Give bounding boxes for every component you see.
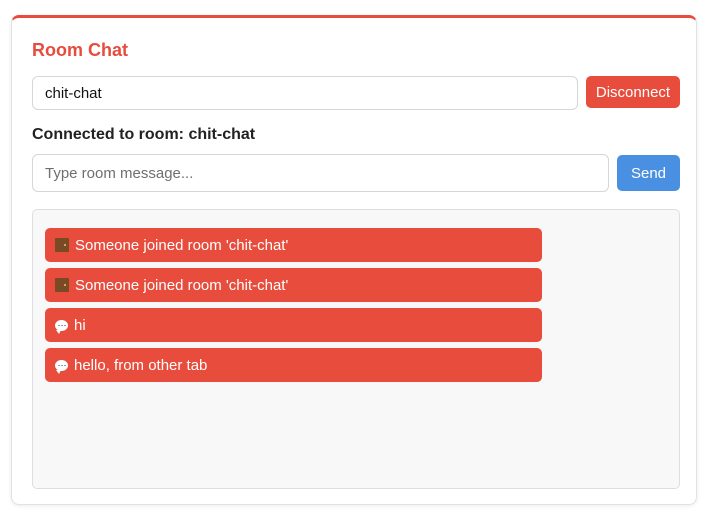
room-name-input[interactable]: [32, 76, 578, 110]
room-message-input[interactable]: [32, 154, 609, 192]
door-icon: [55, 278, 69, 292]
message-text: hello, from other tab: [74, 356, 208, 374]
door-icon: [55, 238, 69, 252]
message-text: Someone joined room 'chit-chat': [75, 276, 289, 294]
message-list[interactable]: Someone joined room 'chit-chat' Someone …: [32, 209, 680, 489]
send-button[interactable]: Send: [617, 155, 680, 191]
message-item: Someone joined room 'chit-chat': [45, 268, 542, 302]
room-chat-card: Room Chat Disconnect Connected to room: …: [11, 15, 697, 505]
speech-bubble-icon: [55, 359, 68, 374]
message-item: Someone joined room 'chit-chat': [45, 228, 542, 262]
message-item: hi: [45, 308, 542, 342]
message-text: Someone joined room 'chit-chat': [75, 236, 289, 254]
disconnect-button[interactable]: Disconnect: [586, 76, 680, 108]
message-item: hello, from other tab: [45, 348, 542, 382]
message-text: hi: [74, 316, 86, 334]
page-title: Room Chat: [32, 40, 128, 60]
speech-bubble-icon: [55, 319, 68, 334]
connection-status: Connected to room: chit-chat: [32, 126, 256, 143]
